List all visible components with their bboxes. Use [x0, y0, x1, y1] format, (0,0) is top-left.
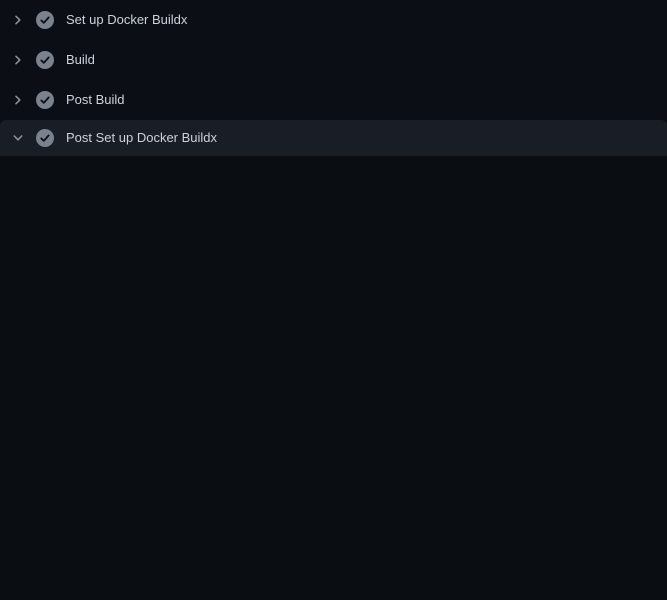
log-line[interactable]: application/vnd.oci.image.index.v1+json,… — [0, 569, 667, 589]
log-line[interactable]: 4 time="2021-04-23T18:02:37Z" level=info… — [0, 229, 667, 249]
log-area: 1 Post job cleanup. 2 ▼ BuildKit contain… — [0, 156, 667, 600]
log-line[interactable]: 14 time="2021-04-23T18:02:38Z" level=deb… — [0, 449, 667, 469]
step-label: Post Build — [66, 92, 125, 108]
log-line[interactable]: 7 time="2021-04-23T18:02:37Z" level=warn… — [0, 309, 667, 329]
step-row-post-set-up-docker-buildx[interactable]: Post Set up Docker Buildx — [0, 120, 667, 156]
check-circle-icon — [36, 91, 54, 109]
steps-list: Set up Docker Buildx Build P — [0, 0, 667, 156]
log-line[interactable]: 5 time="2021-04-23T18:02:37Z" level=warn… — [0, 249, 667, 269]
check-circle-icon — [36, 51, 54, 69]
check-circle-icon — [36, 11, 54, 29]
log-line[interactable]: 1 Post job cleanup. — [0, 169, 667, 189]
chevron-right-icon[interactable] — [10, 52, 26, 68]
log-line[interactable]: 18 time="2021-04-23T18:02:38Z" level=deb… — [0, 529, 667, 549]
log-line[interactable]: 3 /usr/bin/docker logs buildx_buildkit_b… — [0, 209, 667, 229]
log-line[interactable]: 9 time="2021-04-23T18:02:37Z" level=warn… — [0, 349, 667, 369]
log-line[interactable]: 15 time="2021-04-23T18:02:38Z" level=deb… — [0, 469, 667, 489]
log-line[interactable]: 11 time="2021-04-23T18:02:38Z" level=deb… — [0, 389, 667, 409]
log-line[interactable]: 10 time="2021-04-23T18:02:37Z" level=inf… — [0, 369, 667, 389]
log-line[interactable]: 16 time="2021-04-23T18:02:38Z" level=deb… — [0, 489, 667, 509]
check-circle-icon — [36, 129, 54, 147]
step-label: Build — [66, 52, 95, 68]
step-row-post-build[interactable]: Post Build — [0, 80, 667, 120]
step-label: Post Set up Docker Buildx — [66, 130, 217, 146]
log-line[interactable]: 6 time="2021-04-23T18:02:37Z" level=info… — [0, 269, 667, 289]
workflow-log-viewer: Set up Docker Buildx Build P — [0, 0, 667, 600]
log-line[interactable]: linux/riscv64 linux/ppc64le linux/s390x … — [0, 289, 667, 309]
step-row-build[interactable]: Build — [0, 40, 667, 80]
log-line[interactable]: 13 time="2021-04-23T18:02:38Z" level=deb… — [0, 429, 667, 449]
log-line[interactable]: 8 time="2021-04-23T18:02:37Z" level=info… — [0, 329, 667, 349]
log-line[interactable]: 20 time="2021-04-23T18:02:38Z" level=deb… — [0, 589, 667, 600]
step-label: Set up Docker Buildx — [66, 12, 187, 28]
log-line[interactable]: 17 time="2021-04-23T18:02:38Z" level=deb… — [0, 509, 667, 529]
chevron-right-icon[interactable] — [10, 92, 26, 108]
log-line[interactable]: 19 time="2021-04-23T18:02:38Z" level=deb… — [0, 549, 667, 569]
step-row-set-up-docker-buildx[interactable]: Set up Docker Buildx — [0, 0, 667, 40]
log-line[interactable]: 2 ▼ BuildKit container logs — [0, 189, 667, 209]
chevron-right-icon[interactable] — [10, 12, 26, 28]
log-line[interactable]: 12 time="2021-04-23T18:02:38Z" level=deb… — [0, 409, 667, 429]
chevron-down-icon[interactable] — [10, 130, 26, 146]
